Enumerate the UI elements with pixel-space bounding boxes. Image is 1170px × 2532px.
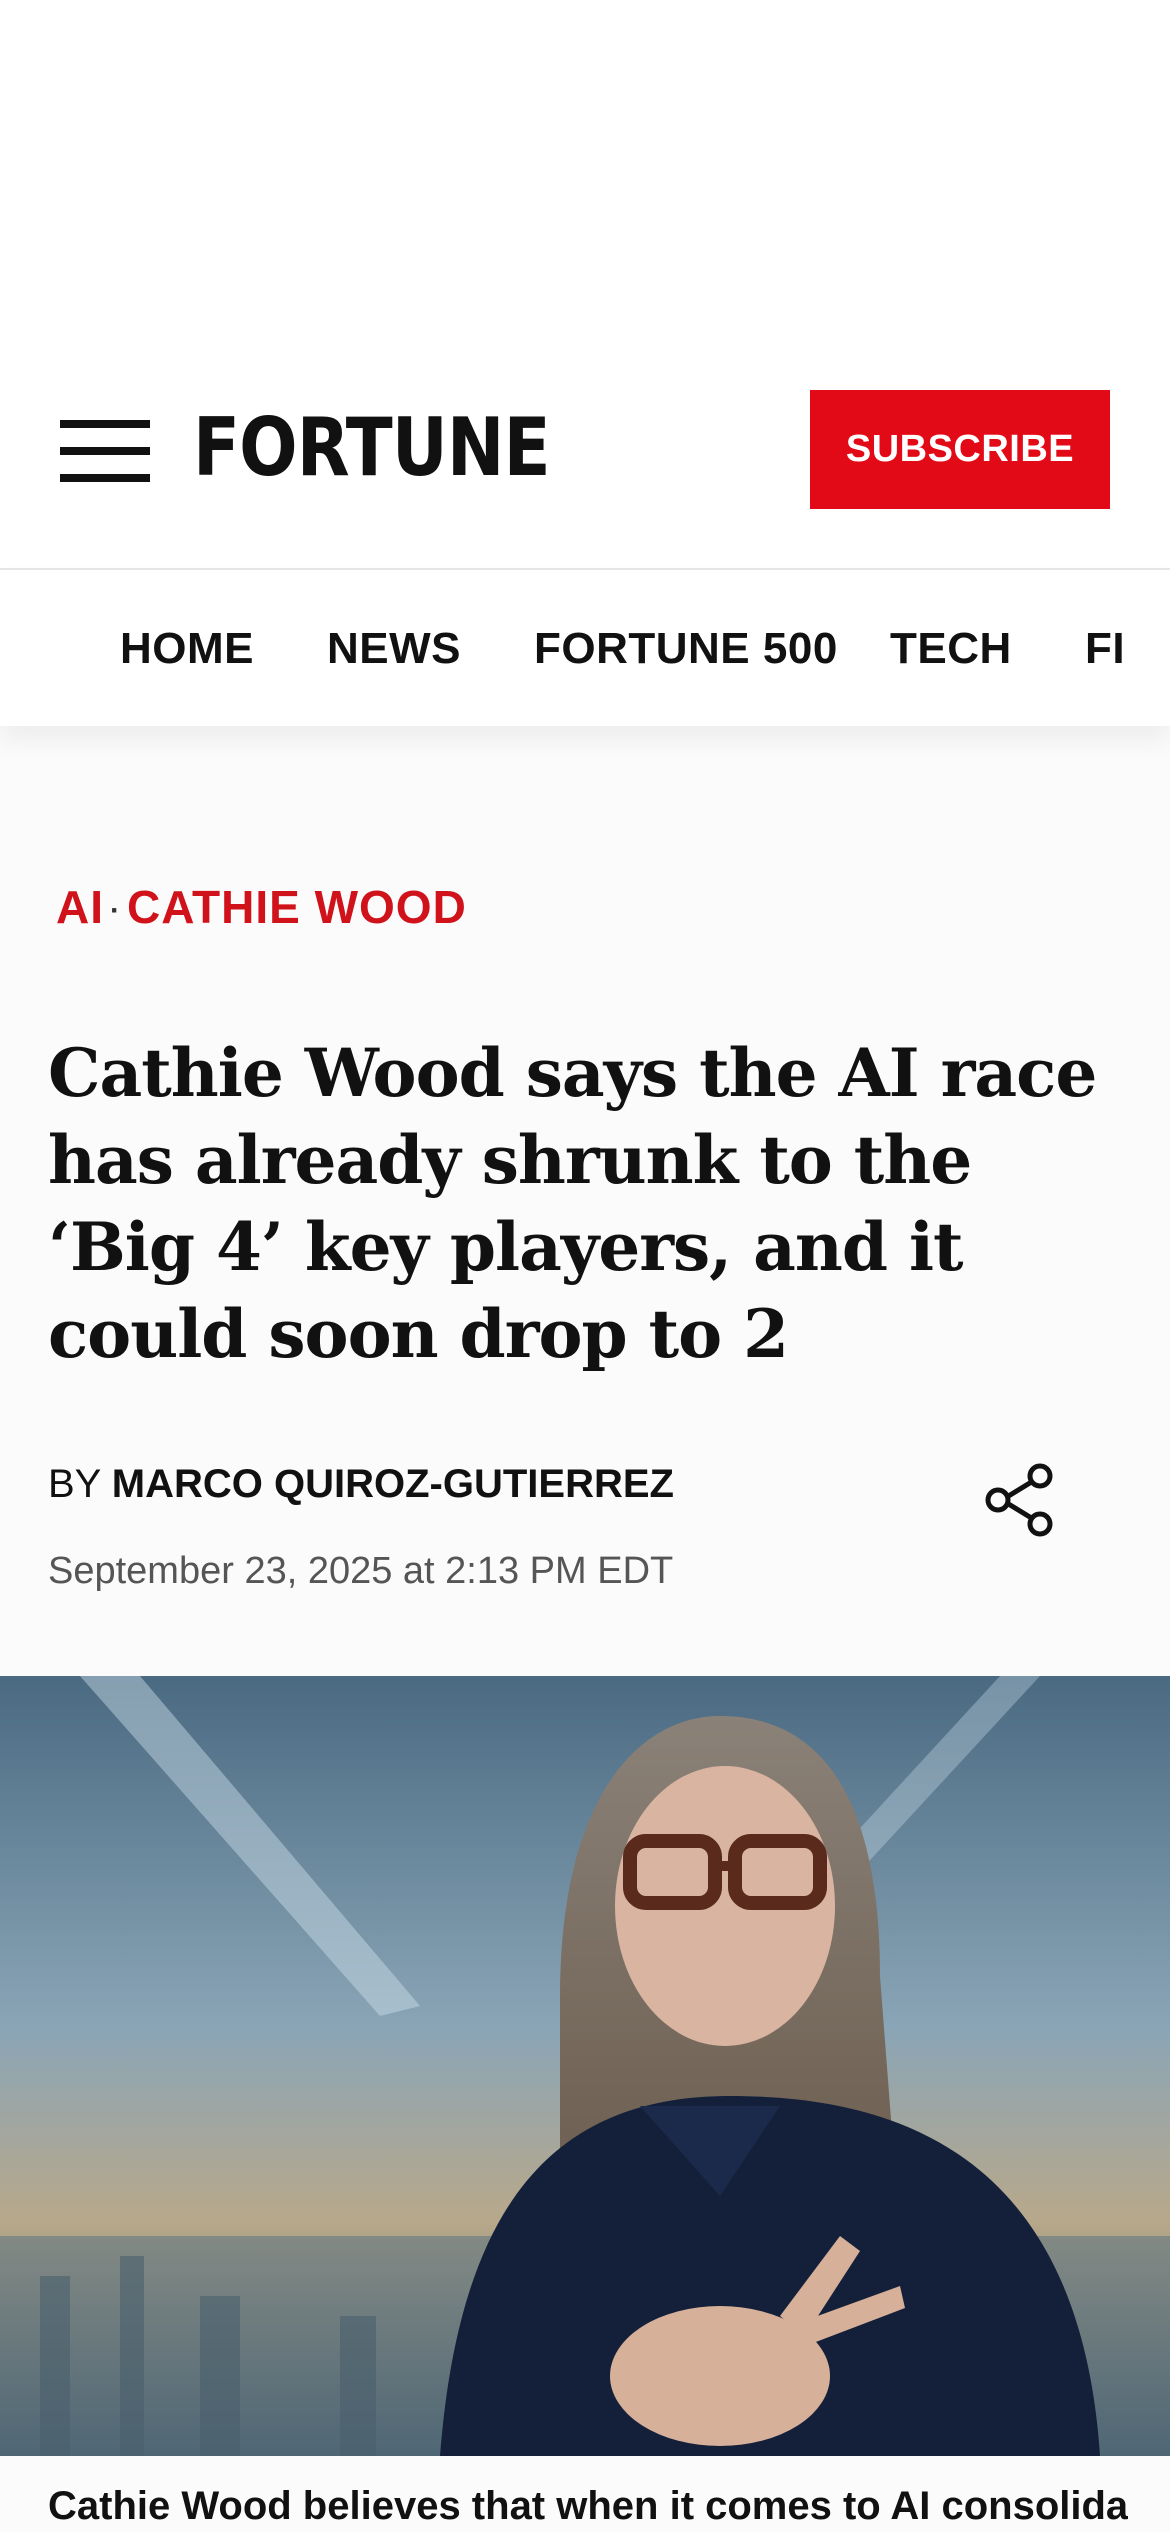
byline: BY MARCO QUIROZ-GUTIERREZ [48, 1462, 674, 1507]
article-headline: Cathie Wood says the AI race has already… [48, 1034, 1097, 1373]
category-link-cathie-wood[interactable]: CATHIE WOOD [127, 881, 467, 933]
nav-item-finance[interactable]: FI [1085, 624, 1125, 674]
menu-bar [60, 474, 150, 482]
ad-space [0, 0, 1170, 340]
publish-timestamp: September 23, 2025 at 2:13 PM EDT [48, 1550, 674, 1592]
hero-image [0, 1676, 1170, 2456]
nav-item-tech[interactable]: TECH [890, 624, 1012, 674]
share-icon[interactable] [980, 1462, 1060, 1538]
author-link[interactable]: MARCO QUIROZ-GUTIERREZ [112, 1462, 674, 1506]
main-nav: HOME NEWS FORTUNE 500 TECH FI [0, 568, 1170, 726]
menu-bar [60, 420, 150, 428]
image-caption: Cathie Wood believes that when it comes … [48, 2484, 1128, 2528]
category-link-ai[interactable]: AI [56, 881, 104, 933]
nav-item-home[interactable]: HOME [120, 624, 254, 674]
subscribe-button[interactable]: SUBSCRIBE [810, 390, 1110, 509]
breadcrumb-separator: · [110, 893, 121, 927]
menu-bar [60, 447, 150, 455]
breadcrumb: AI · CATHIE WOOD [56, 880, 467, 934]
byline-prefix: BY [48, 1462, 101, 1506]
hamburger-menu-icon[interactable] [60, 420, 150, 482]
fortune-logo[interactable]: FORTUNE [193, 398, 551, 488]
nav-item-fortune-500[interactable]: FORTUNE 500 [534, 624, 838, 674]
nav-item-news[interactable]: NEWS [327, 624, 461, 674]
site-header: FORTUNE SUBSCRIBE [0, 340, 1170, 570]
